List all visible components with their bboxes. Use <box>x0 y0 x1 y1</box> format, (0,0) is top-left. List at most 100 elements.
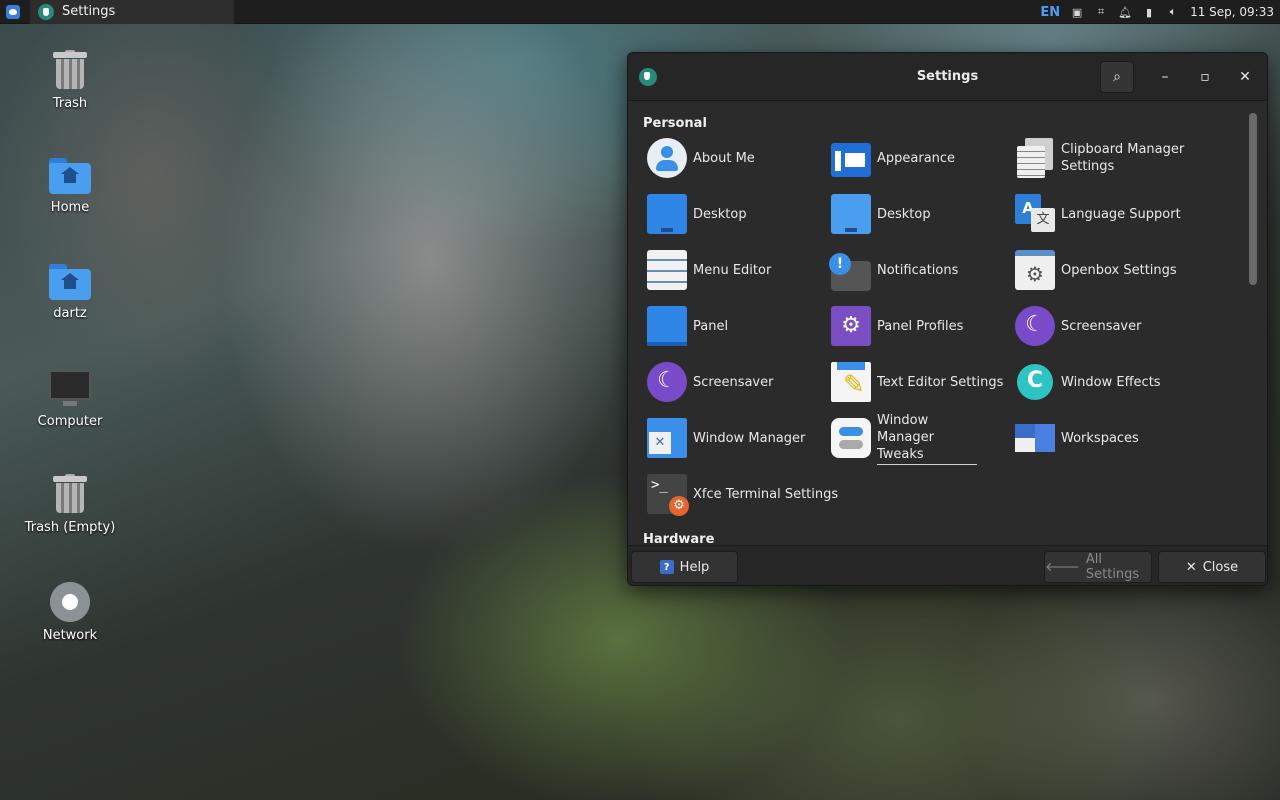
desktop-icon-computer[interactable]: Computer <box>20 370 120 429</box>
close-button-label: Close <box>1202 559 1239 575</box>
settings-item-terminal[interactable]: Xfce Terminal Settings <box>647 470 847 518</box>
desktop-icon-label: Network <box>42 628 98 643</box>
settings-item-label: Openbox Settings <box>1061 262 1177 278</box>
desktop-icon <box>647 194 687 234</box>
desktop-icon-label: dartz <box>53 306 87 321</box>
whisker-menu-button[interactable] <box>0 0 26 24</box>
settings-item-menu-editor[interactable]: Menu Editor <box>647 246 827 294</box>
desktop-icon-label: Trash <box>52 96 88 111</box>
settings-item-clipboard-manager[interactable]: Clipboard Manager Settings <box>1015 134 1195 182</box>
trash-icon <box>53 474 87 514</box>
window-titlebar[interactable]: Settings ⌕ – ▫ ✕ <box>628 53 1267 101</box>
settings-item-label: Text Editor Settings <box>877 374 1004 390</box>
settings-item-label: Appearance <box>877 150 956 166</box>
settings-item-label: Panel <box>693 318 729 334</box>
menu-editor-icon <box>647 250 687 290</box>
settings-item-label: Xfce Terminal Settings <box>693 486 839 502</box>
scrollbar[interactable] <box>1249 113 1257 545</box>
settings-item-label: Notifications <box>877 262 959 278</box>
language-icon <box>1015 194 1055 234</box>
top-panel: Settings EN ▣ ⌗ 🔔︎ ▮ 🔈︎ 11 Sep, 09:33 <box>0 0 1280 24</box>
network-tray-icon[interactable]: ⌗ <box>1094 5 1108 19</box>
desktop-icon-label: Home <box>50 200 90 215</box>
settings-item-openbox[interactable]: Openbox Settings <box>1015 246 1195 294</box>
settings-app-icon <box>38 3 54 20</box>
search-icon: ⌕ <box>1113 69 1121 85</box>
settings-item-panel[interactable]: Panel <box>647 302 827 350</box>
settings-item-screensaver[interactable]: Screensaver <box>1015 302 1195 350</box>
settings-item-notifications[interactable]: Notifications <box>829 246 1011 294</box>
desktop-icon-dartz[interactable]: dartz <box>20 264 120 321</box>
desktop-icon-home[interactable]: Home <box>20 158 120 215</box>
settings-item-window-effects[interactable]: Window Effects <box>1015 358 1195 406</box>
taskbar-item-settings[interactable]: Settings <box>30 0 234 24</box>
about-me-icon <box>647 138 687 178</box>
close-icon: ✕ <box>1185 559 1197 575</box>
settings-item-label: Clipboard Manager Settings <box>1061 142 1185 174</box>
system-tray: EN ▣ ⌗ 🔔︎ ▮ 🔈︎ 11 Sep, 09:33 <box>1040 0 1280 24</box>
help-button-label: Help <box>679 559 710 575</box>
settings-item-window-manager-tweaks[interactable]: Window Manager Tweaks <box>831 413 1011 465</box>
terminal-icon <box>647 474 689 516</box>
settings-item-window-manager[interactable]: Window Manager <box>647 414 827 462</box>
keyboard-layout-indicator[interactable]: EN <box>1040 5 1060 20</box>
settings-item-desktop-2[interactable]: Desktop <box>831 190 1011 238</box>
settings-item-label: Menu Editor <box>693 262 772 278</box>
settings-item-label: Workspaces <box>1061 430 1139 446</box>
section-header-personal: Personal <box>643 116 707 131</box>
settings-grid: Personal About Me Appearance Clipboard M… <box>628 102 1250 545</box>
desktop-icon <box>831 194 871 234</box>
workspaces-icon <box>1015 418 1055 458</box>
settings-item-label: Screensaver <box>1061 318 1142 334</box>
search-button[interactable]: ⌕ <box>1100 61 1134 93</box>
settings-item-screensaver-2[interactable]: Screensaver <box>647 358 827 406</box>
screensaver-icon <box>647 362 687 402</box>
settings-item-language-support[interactable]: Language Support <box>1015 190 1195 238</box>
clipboard-tray-icon[interactable]: ▣ <box>1070 5 1084 19</box>
screensaver-icon <box>1015 306 1055 346</box>
settings-item-label: Window Manager <box>693 430 806 446</box>
panel-icon <box>647 306 687 346</box>
settings-item-workspaces[interactable]: Workspaces <box>1015 414 1195 462</box>
settings-item-label: Desktop <box>877 206 931 222</box>
maximize-button[interactable]: ▫ <box>1188 61 1222 93</box>
desktop-icon-trash-empty[interactable]: Trash (Empty) <box>20 474 120 535</box>
appearance-icon <box>831 143 871 177</box>
window-close-button[interactable]: ✕ <box>1228 61 1262 93</box>
settings-item-label: Screensaver <box>693 374 774 390</box>
openbox-icon <box>1015 250 1055 290</box>
close-button[interactable]: ✕ Close <box>1158 551 1266 583</box>
home-folder-icon <box>49 264 91 300</box>
settings-item-label: About Me <box>693 150 755 166</box>
battery-icon[interactable]: ▮ <box>1142 5 1156 19</box>
xfce-mouse-icon <box>6 4 20 19</box>
settings-item-label: Window Effects <box>1061 374 1161 390</box>
volume-icon[interactable]: 🔈︎ <box>1166 5 1180 19</box>
desktop-icon-network[interactable]: Network <box>20 582 120 643</box>
notifications-icon <box>829 253 871 291</box>
desktop-icon-label: Computer <box>37 414 103 429</box>
desktop-icon-label: Trash (Empty) <box>24 520 116 535</box>
settings-item-panel-profiles[interactable]: Panel Profiles <box>831 302 1011 350</box>
window-manager-icon <box>647 418 687 458</box>
arrow-left-icon: 🡐 <box>1045 560 1080 575</box>
settings-item-desktop[interactable]: Desktop <box>647 190 827 238</box>
scrollbar-thumb[interactable] <box>1249 113 1257 285</box>
text-editor-icon <box>831 362 871 402</box>
all-settings-button[interactable]: 🡐 All Settings <box>1044 551 1152 583</box>
panel-profiles-icon <box>831 306 871 346</box>
desktop-icon-trash[interactable]: Trash <box>20 50 120 111</box>
settings-item-appearance[interactable]: Appearance <box>831 134 1011 182</box>
settings-item-about-me[interactable]: About Me <box>647 134 827 182</box>
close-icon: ✕ <box>1239 69 1251 85</box>
clock[interactable]: 11 Sep, 09:33 <box>1190 5 1274 19</box>
settings-item-label: Language Support <box>1061 206 1181 222</box>
tweaks-icon <box>831 418 871 458</box>
settings-item-text-editor[interactable]: Text Editor Settings <box>831 358 1011 406</box>
help-icon: ? <box>659 560 674 574</box>
settings-item-label: Desktop <box>693 206 747 222</box>
help-button[interactable]: ? Help <box>631 551 738 583</box>
taskbar-item-label: Settings <box>62 4 116 19</box>
minimize-button[interactable]: – <box>1148 61 1182 93</box>
notification-bell-icon[interactable]: 🔔︎ <box>1118 5 1132 19</box>
